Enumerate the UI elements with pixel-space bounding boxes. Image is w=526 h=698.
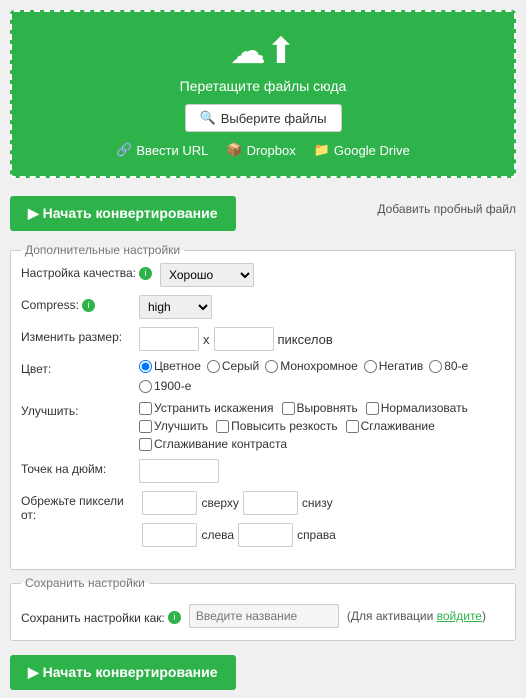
color-label: Цвет: [21,359,131,376]
color-radio-group: Цветное Серый Монохромное Негатив 80-е 1… [139,359,505,393]
color-radio-negative[interactable] [364,360,377,373]
quality-info-icon[interactable]: i [139,267,152,280]
enhance-label: Улучшить: [21,401,131,418]
quality-control: Хорошо Отлично Нормально [160,263,254,287]
enhance-distortion[interactable]: Устранить искажения [139,401,274,415]
compress-row: Compress: i high medium low [21,295,505,319]
resize-row: Изменить размер: x пикселов [21,327,505,351]
crop-top-row: сверху снизу [142,491,332,515]
crop-top-label: сверху [201,496,238,510]
color-radio-gray[interactable] [207,360,220,373]
crop-left-input[interactable] [142,523,197,547]
dropbox-icon: 📦 [226,142,242,158]
add-sample-text[interactable]: Добавить пробный файл [377,202,516,216]
resize-control: x пикселов [139,327,333,351]
compress-info-icon[interactable]: i [82,299,95,312]
enhance-improve[interactable]: Улучшить [139,419,208,433]
compress-select[interactable]: high medium low [139,295,212,319]
color-radio-80s[interactable] [429,360,442,373]
drag-text: Перетащите файлы сюда [30,78,496,94]
resize-unit: пикселов [278,332,333,347]
additional-settings-section: Дополнительные настройки Настройка качес… [10,243,516,570]
quality-row: Настройка качества: i Хорошо Отлично Нор… [21,263,505,287]
start-convert-button-bottom[interactable]: ▶ Начать конвертирование [10,655,236,690]
enhance-smooth-contrast-check[interactable] [139,438,152,451]
crop-bottom-input[interactable] [243,491,298,515]
save-row: Сохранить настройки как: i (Для активаци… [21,604,505,628]
choose-files-button[interactable]: 🔍 Выберите файлы [185,104,342,132]
upload-dropzone[interactable]: ☁⬆ Перетащите файлы сюда 🔍 Выберите файл… [10,10,516,178]
enhance-smooth-check[interactable] [346,420,359,433]
enhance-sharpen[interactable]: Повысить резкость [216,419,337,433]
login-link[interactable]: войдите [437,609,482,623]
enhance-sharpen-check[interactable] [216,420,229,433]
crop-left-row: слева справа [142,523,335,547]
enhance-improve-check[interactable] [139,420,152,433]
save-settings-legend: Сохранить настройки [21,576,149,590]
crop-control: сверху снизу слева справа [142,491,505,551]
crop-left-label: слева [201,528,234,542]
enhance-distortion-check[interactable] [139,402,152,415]
link-icon: 🔗 [116,142,132,158]
color-option-color[interactable]: Цветное [139,359,201,373]
dpi-input[interactable] [139,459,219,483]
dropbox-link[interactable]: 📦 Dropbox [226,142,295,158]
color-option-gray[interactable]: Серый [207,359,259,373]
compress-control: high medium low [139,295,212,319]
color-radio-mono[interactable] [265,360,278,373]
save-name-input[interactable] [189,604,339,628]
enhance-row: Улучшить: Устранить искажения Выровнять … [21,401,505,451]
crop-row: Обрежьте пиксели от: сверху снизу слева … [21,491,505,551]
compress-label: Compress: i [21,295,131,312]
enhance-normalize-check[interactable] [366,402,379,415]
crop-bottom-label: снизу [302,496,333,510]
quality-label: Настройка качества: i [21,263,152,280]
color-row: Цвет: Цветное Серый Монохромное Негатив … [21,359,505,393]
enhance-smooth-contrast[interactable]: Сглаживание контраста [139,437,287,451]
resize-x-separator: x [203,332,210,347]
crop-top-input[interactable] [142,491,197,515]
color-option-1900s[interactable]: 1900-е [139,379,191,393]
dpi-row: Точек на дюйм: [21,459,505,483]
activation-text: (Для активации войдите) [347,609,486,623]
upload-icon: ☁⬆ [30,30,496,72]
dpi-label: Точек на дюйм: [21,459,131,476]
gdrive-icon: 📁 [314,142,330,158]
resize-label: Изменить размер: [21,327,131,344]
additional-settings-legend: Дополнительные настройки [21,243,184,257]
color-option-80s[interactable]: 80-е [429,359,468,373]
crop-right-input[interactable] [238,523,293,547]
color-radio-color[interactable] [139,360,152,373]
color-option-negative[interactable]: Негатив [364,359,423,373]
save-settings-section: Сохранить настройки Сохранить настройки … [10,576,516,641]
start-convert-button-top[interactable]: ▶ Начать конвертирование [10,196,236,231]
crop-label: Обрежьте пиксели от: [21,491,134,522]
dpi-control [139,459,219,483]
color-radio-1900s[interactable] [139,380,152,393]
save-info-icon[interactable]: i [168,611,181,624]
quality-select[interactable]: Хорошо Отлично Нормально [160,263,254,287]
resize-height-input[interactable] [214,327,274,351]
resize-width-input[interactable] [139,327,199,351]
save-label: Сохранить настройки как: i [21,608,181,625]
color-option-mono[interactable]: Монохромное [265,359,358,373]
url-link[interactable]: 🔗 Ввести URL [116,142,208,158]
enhance-smooth[interactable]: Сглаживание [346,419,435,433]
crop-right-label: справа [297,528,336,542]
upload-links: 🔗 Ввести URL 📦 Dropbox 📁 Google Drive [30,142,496,158]
enhance-align[interactable]: Выровнять [282,401,358,415]
search-icon: 🔍 [200,110,216,126]
start-row: ▶ Начать конвертирование Добавить пробны… [0,188,526,239]
enhance-align-check[interactable] [282,402,295,415]
gdrive-link[interactable]: 📁 Google Drive [314,142,410,158]
enhance-checkbox-group: Устранить искажения Выровнять Нормализов… [139,401,505,451]
enhance-normalize[interactable]: Нормализовать [366,401,468,415]
